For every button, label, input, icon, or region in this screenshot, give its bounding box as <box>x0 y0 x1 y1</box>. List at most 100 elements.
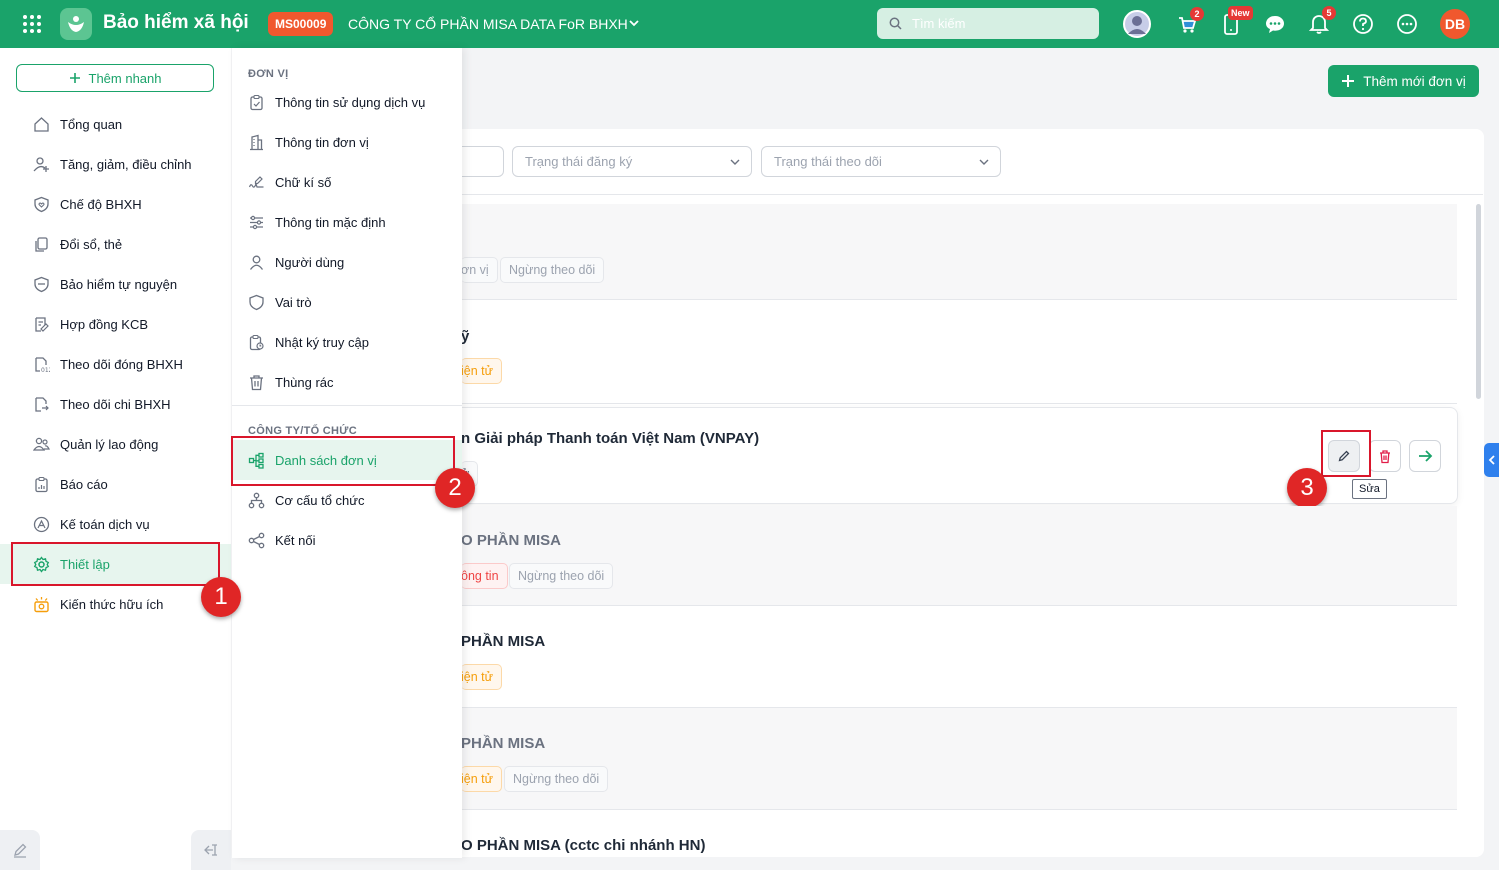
sidebar-item-label: Tổng quan <box>60 116 123 132</box>
sidebar-item-label: Tăng, giảm, điều chỉnh <box>60 156 192 172</box>
sidebar-item-label: Chế độ BHXH <box>60 196 142 212</box>
status-tag: Ngừng theo dõi <box>500 257 605 283</box>
accounting-icon <box>33 516 50 532</box>
filter-registration-label: Trạng thái đăng ký <box>525 154 633 169</box>
chevron-down-icon <box>730 159 740 165</box>
payment-track-icon: 012 <box>35 356 50 373</box>
add-unit-label: Thêm mới đơn vị <box>1363 73 1466 89</box>
company-name[interactable]: CÔNG TY CỔ PHẦN MISA DATA FoR BHXH <box>348 16 628 32</box>
submenu-item-access-log[interactable]: Nhật ký truy cập <box>232 322 462 362</box>
unit-row[interactable]: O PHẦN MISA ông tin Ngừng theo dõi <box>461 506 1457 606</box>
quick-add-button[interactable]: Thêm nhanh <box>16 64 214 92</box>
scrollbar-thumb[interactable] <box>1476 204 1481 399</box>
clipboard-icon <box>250 94 263 110</box>
unit-row[interactable]: ỹ iện tử <box>461 300 1457 404</box>
highlight-box-unit-list <box>231 436 455 486</box>
sliders-icon <box>250 215 263 229</box>
sidebar-item-label: Bảo hiểm tự nguyện <box>60 276 178 292</box>
svg-text:012: 012 <box>41 367 50 373</box>
unit-name: PHẦN MISA <box>461 633 546 650</box>
people-icon <box>33 437 50 451</box>
chat-icon[interactable] <box>1261 10 1289 38</box>
app-logo-icon <box>60 8 92 40</box>
share-icon <box>248 532 265 548</box>
search-icon <box>889 17 902 30</box>
submenu-item-unit-info[interactable]: Thông tin đơn vị <box>232 122 462 162</box>
unit-name: PHẦN MISA <box>461 735 546 752</box>
step-marker-3: 3 <box>1287 468 1327 508</box>
sidebar-item-report[interactable]: Báo cáo <box>0 464 231 504</box>
chevron-down-icon[interactable] <box>628 18 640 28</box>
shield-heart-icon <box>34 196 49 212</box>
delete-button[interactable] <box>1369 440 1401 472</box>
log-icon <box>249 334 264 350</box>
trash-icon <box>1380 449 1390 463</box>
submenu-item-connect[interactable]: Kết nối <box>232 520 462 560</box>
chevron-left-icon <box>1488 455 1495 465</box>
unit-name: O PHẦN MISA (cctc chi nhánh HN) <box>461 837 706 854</box>
app-title: Bảo hiểm xã hội <box>103 12 249 33</box>
company-code-badge[interactable]: MS00009 <box>268 12 334 36</box>
unit-name: O PHẦN MISA <box>461 532 562 549</box>
sidebar-item-adjust[interactable]: Tăng, giảm, điều chỉnh <box>0 144 231 184</box>
submenu-item-default-info[interactable]: Thông tin mặc định <box>232 202 462 242</box>
unit-row[interactable]: O PHẦN MISA (cctc chi nhánh HN) <box>461 810 1457 856</box>
user-avatar[interactable]: DB <box>1440 9 1470 39</box>
submenu-item-service-info[interactable]: Thông tin sử dụng dịch vụ <box>232 82 462 122</box>
submenu-item-label: Vai trò <box>275 294 312 310</box>
sidebar-item-voluntary[interactable]: Bảo hiểm tự nguyện <box>0 264 231 304</box>
sidebar-item-knowledge[interactable]: Kiến thức hữu ích <box>0 584 231 624</box>
submenu-item-users[interactable]: Người dùng <box>232 242 462 282</box>
status-tag: Ngừng theo dõi <box>509 563 614 589</box>
divider <box>421 194 1483 195</box>
panel-toggle-button[interactable] <box>1484 443 1499 477</box>
edit-tooltip: Sửa <box>1352 479 1387 499</box>
sidebar-item-payment-track[interactable]: 012 Theo dõi đóng BHXH <box>0 344 231 384</box>
submenu-item-label: Thông tin sử dụng dịch vụ <box>275 94 426 110</box>
edit-note-icon[interactable] <box>0 830 40 870</box>
filter-registration-status[interactable]: Trạng thái đăng ký <box>512 146 752 177</box>
expense-track-icon <box>35 396 49 412</box>
sidebar-item-overview[interactable]: Tổng quan <box>0 104 231 144</box>
help-icon[interactable] <box>1349 10 1377 38</box>
unit-row[interactable]: ơn vị Ngừng theo dõi <box>461 204 1457 300</box>
submenu-item-label: Người dùng <box>275 254 345 270</box>
sidebar-item-label: Báo cáo <box>60 476 108 492</box>
app-grid-icon[interactable] <box>22 14 42 34</box>
shield-role-icon <box>249 294 264 310</box>
status-tag: ông tin <box>461 563 508 589</box>
sidebar-item-label: Quản lý lao động <box>60 436 159 452</box>
search-input[interactable]: Tìm kiếm <box>877 8 1099 39</box>
submenu-item-roles[interactable]: Vai trò <box>232 282 462 322</box>
add-unit-button[interactable]: Thêm mới đơn vị <box>1328 65 1479 97</box>
sidebar-item-accounting[interactable]: Kế toán dịch vụ <box>0 504 231 544</box>
contract-icon <box>35 316 49 332</box>
submenu-item-label: Chữ kí số <box>275 174 332 190</box>
sidebar-item-label: Theo dõi chi BHXH <box>60 396 171 412</box>
submenu-item-signature[interactable]: Chữ kí số <box>232 162 462 202</box>
sidebar-item-expense-track[interactable]: Theo dõi chi BHXH <box>0 384 231 424</box>
more-options-icon[interactable] <box>1393 10 1421 38</box>
unit-row[interactable]: PHẦN MISA iện tử <box>461 606 1457 708</box>
filter-tracking-status[interactable]: Trạng thái theo dõi <box>761 146 1001 177</box>
sidebar-item-regime[interactable]: Chế độ BHXH <box>0 184 231 224</box>
sidebar: Thêm nhanh Tổng quan Tăng, giảm, điều ch… <box>0 48 231 870</box>
sidebar-item-contract[interactable]: Hợp đồng KCB <box>0 304 231 344</box>
open-unit-button[interactable] <box>1409 440 1441 472</box>
search-placeholder: Tìm kiếm <box>912 16 966 31</box>
step-marker-1: 1 <box>201 577 241 617</box>
submenu-item-org-structure[interactable]: Cơ cấu tổ chức <box>232 480 462 520</box>
sidebar-item-label: Kế toán dịch vụ <box>60 516 150 532</box>
sidebar-item-card-swap[interactable]: Đổi sổ, thẻ <box>0 224 231 264</box>
sidebar-item-label: Hợp đồng KCB <box>60 316 149 332</box>
collapse-sidebar-icon[interactable] <box>191 830 231 870</box>
unit-name: ỹ <box>461 328 470 345</box>
status-tag: Ngừng theo dõi <box>504 766 609 792</box>
unit-row[interactable]: PHẦN MISA iện tử Ngừng theo dõi <box>461 708 1457 810</box>
profile-photo-avatar[interactable] <box>1123 10 1151 38</box>
plus-icon <box>69 73 80 83</box>
quick-add-label: Thêm nhanh <box>88 70 162 86</box>
sidebar-item-labor[interactable]: Quản lý lao động <box>0 424 231 464</box>
submenu-item-trash[interactable]: Thùng rác <box>232 362 462 402</box>
report-icon <box>35 476 48 492</box>
